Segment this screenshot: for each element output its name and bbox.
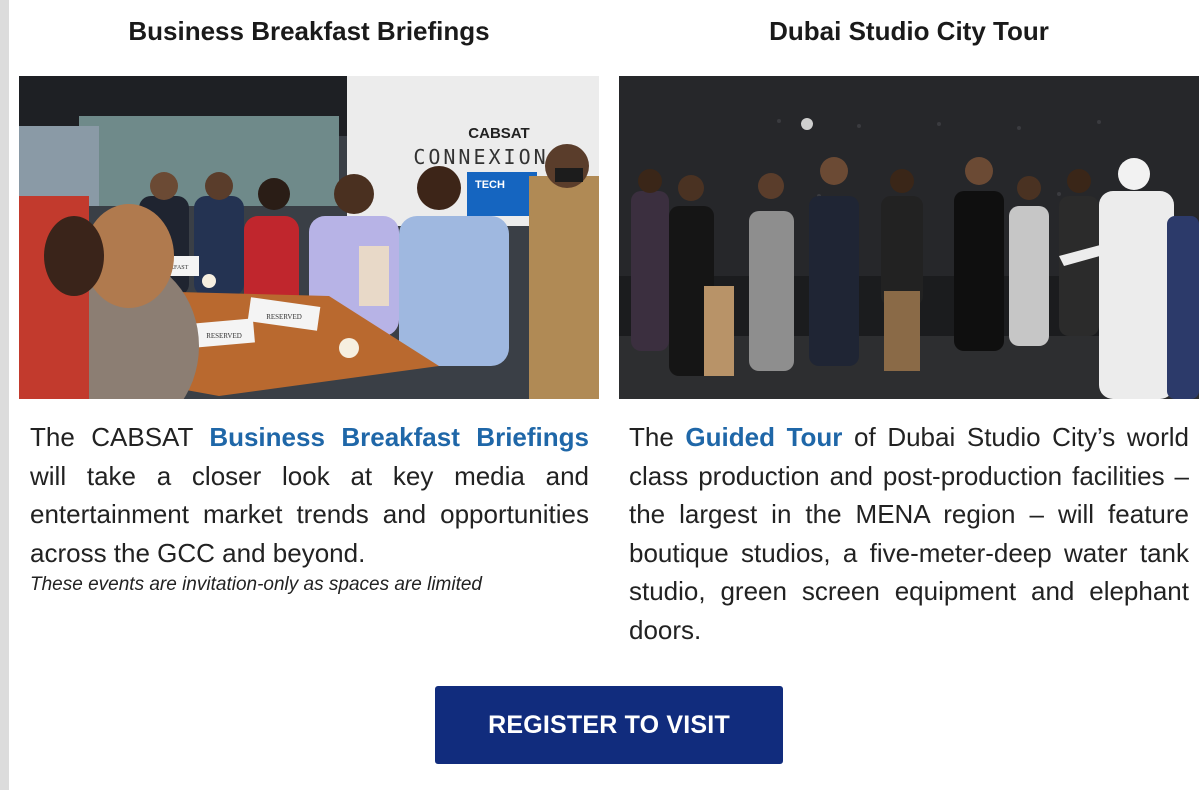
sign-tech-text: TECH <box>475 179 505 191</box>
breakfast-briefings-title: Business Breakfast Briefings <box>128 16 490 46</box>
sign-connexion-text: CONNEXION <box>413 145 548 169</box>
table-card-1: RESERVED <box>206 332 242 340</box>
business-breakfast-briefings-link[interactable]: Business Breakfast Briefings <box>209 422 589 452</box>
sign-brand-text: CABSAT <box>468 125 529 142</box>
page-edge-rail <box>0 0 9 790</box>
invitation-only-note: These events are invitation-only as spac… <box>30 574 483 595</box>
tour-text-suffix: of Dubai Studio City’s world class produ… <box>629 422 1190 645</box>
breakfast-briefings-column: Business Breakfast Briefings CABSAT CONN… <box>19 0 599 595</box>
studio-city-tour-photo <box>619 76 1199 399</box>
breakfast-text-prefix: The CABSAT <box>30 422 210 452</box>
breakfast-text-suffix: will take a closer look at key media and… <box>30 460 589 568</box>
tour-text-prefix: The <box>629 422 686 452</box>
studio-city-tour-description: The Guided Tour of Dubai Studio City’s w… <box>629 418 1189 649</box>
guided-tour-link[interactable]: Guided Tour <box>685 422 842 452</box>
breakfast-briefings-description: The CABSAT Business Breakfast Briefings … <box>30 418 589 598</box>
table-card-2: RESERVED <box>266 313 302 321</box>
breakfast-briefings-photo: CABSAT CONNEXION TECH RESERVED RESERVED <box>19 76 599 399</box>
register-to-visit-button[interactable]: REGISTER TO VISIT <box>435 686 783 764</box>
studio-city-tour-column: Dubai Studio City Tour The Guided Tour o… <box>619 0 1199 645</box>
studio-city-tour-title: Dubai Studio City Tour <box>769 16 1049 46</box>
